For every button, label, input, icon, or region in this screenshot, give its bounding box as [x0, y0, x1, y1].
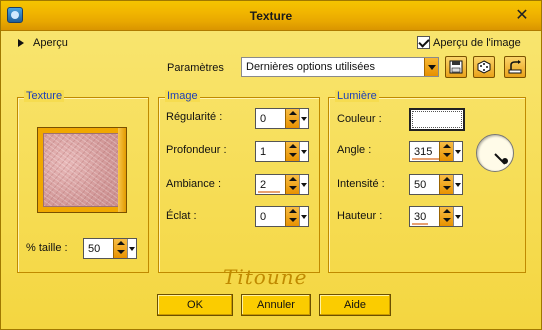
- params-label: Paramètres: [167, 62, 224, 74]
- intensity-label: Intensité :: [337, 178, 385, 190]
- save-preset-icon: [449, 60, 463, 74]
- color-label: Couleur :: [337, 113, 382, 125]
- close-icon[interactable]: ✕: [513, 7, 531, 25]
- chevron-down-icon[interactable]: [453, 142, 462, 161]
- spin-arrows-icon[interactable]: [439, 207, 453, 226]
- regularity-value[interactable]: 0: [260, 113, 266, 125]
- intensity-value[interactable]: 50: [414, 179, 426, 191]
- angle-dial-icon[interactable]: [476, 134, 514, 172]
- chevron-down-icon[interactable]: [453, 207, 462, 226]
- ok-button[interactable]: OK: [157, 294, 233, 316]
- image-group-title: Image: [165, 90, 200, 102]
- value-underline: [412, 223, 428, 225]
- texture-group-title: Texture: [24, 90, 65, 102]
- chevron-down-icon[interactable]: [299, 175, 308, 194]
- size-label: % taille :: [26, 242, 68, 254]
- preset-select[interactable]: Dernières options utilisées: [241, 57, 439, 77]
- signature-watermark: Titoune: [223, 265, 308, 289]
- ambiance-value[interactable]: 2: [260, 179, 266, 191]
- title-bar[interactable]: Texture ✕: [1, 1, 541, 31]
- ambiance-spinbox[interactable]: 2: [255, 174, 309, 195]
- ambiance-label: Ambiance :: [166, 178, 222, 190]
- regularity-spinbox[interactable]: 0: [255, 108, 309, 129]
- preset-select-value: Dernières options utilisées: [246, 61, 376, 73]
- intensity-spinbox[interactable]: 50: [409, 174, 463, 195]
- angle-spinbox[interactable]: 315: [409, 141, 463, 162]
- texture-picker[interactable]: [37, 127, 127, 213]
- chevron-down-icon[interactable]: [424, 58, 438, 76]
- reset-button[interactable]: [504, 56, 526, 78]
- height-label: Hauteur :: [337, 210, 383, 222]
- chevron-down-icon[interactable]: [299, 207, 308, 226]
- depth-spinbox[interactable]: 1: [255, 141, 309, 162]
- preview-checkbox-group[interactable]: Aperçu de l'image: [417, 36, 521, 49]
- randomize-icon: [477, 60, 491, 74]
- angle-label: Angle :: [337, 144, 372, 156]
- texture-dialog: Texture ✕ Aperçu Aperçu de l'image Param…: [0, 0, 542, 330]
- preview-checkbox[interactable]: [417, 36, 430, 49]
- size-value[interactable]: 50: [88, 243, 100, 255]
- depth-label: Profondeur :: [166, 144, 227, 156]
- randomize-button[interactable]: [473, 56, 495, 78]
- shine-label: Éclat :: [166, 210, 197, 222]
- chevron-down-icon[interactable]: [127, 239, 136, 258]
- preview-checkbox-label[interactable]: Aperçu de l'image: [433, 37, 521, 49]
- shine-value[interactable]: 0: [260, 211, 266, 223]
- chevron-down-icon[interactable]: [299, 109, 308, 128]
- height-value[interactable]: 30: [414, 211, 426, 223]
- value-underline: [412, 158, 442, 160]
- spin-arrows-icon[interactable]: [439, 175, 453, 194]
- reset-icon: [508, 60, 522, 74]
- texture-swatch[interactable]: [43, 133, 119, 207]
- spin-arrows-icon[interactable]: [285, 207, 299, 226]
- light-group-title: Lumière: [335, 90, 379, 102]
- spin-arrows-icon[interactable]: [285, 142, 299, 161]
- value-underline: [258, 191, 280, 193]
- save-preset-button[interactable]: [445, 56, 467, 78]
- chevron-down-icon[interactable]: [453, 175, 462, 194]
- shine-spinbox[interactable]: 0: [255, 206, 309, 227]
- depth-value[interactable]: 1: [260, 146, 266, 158]
- light-color-swatch[interactable]: [409, 108, 465, 131]
- expand-arrow-icon[interactable]: [18, 39, 24, 47]
- size-spinbox[interactable]: 50: [83, 238, 137, 259]
- window-title: Texture: [249, 9, 293, 23]
- chevron-down-icon[interactable]: [299, 142, 308, 161]
- regularity-label: Régularité :: [166, 111, 223, 123]
- cancel-button[interactable]: Annuler: [241, 294, 311, 316]
- spin-arrows-icon[interactable]: [285, 109, 299, 128]
- height-spinbox[interactable]: 30: [409, 206, 463, 227]
- spin-arrows-icon[interactable]: [285, 175, 299, 194]
- texture-scrollbar[interactable]: [118, 128, 126, 212]
- help-button[interactable]: Aide: [319, 294, 391, 316]
- spin-arrows-icon[interactable]: [439, 142, 453, 161]
- angle-value[interactable]: 315: [414, 146, 432, 158]
- spin-arrows-icon[interactable]: [113, 239, 127, 258]
- preview-toggle-label[interactable]: Aperçu: [33, 37, 68, 49]
